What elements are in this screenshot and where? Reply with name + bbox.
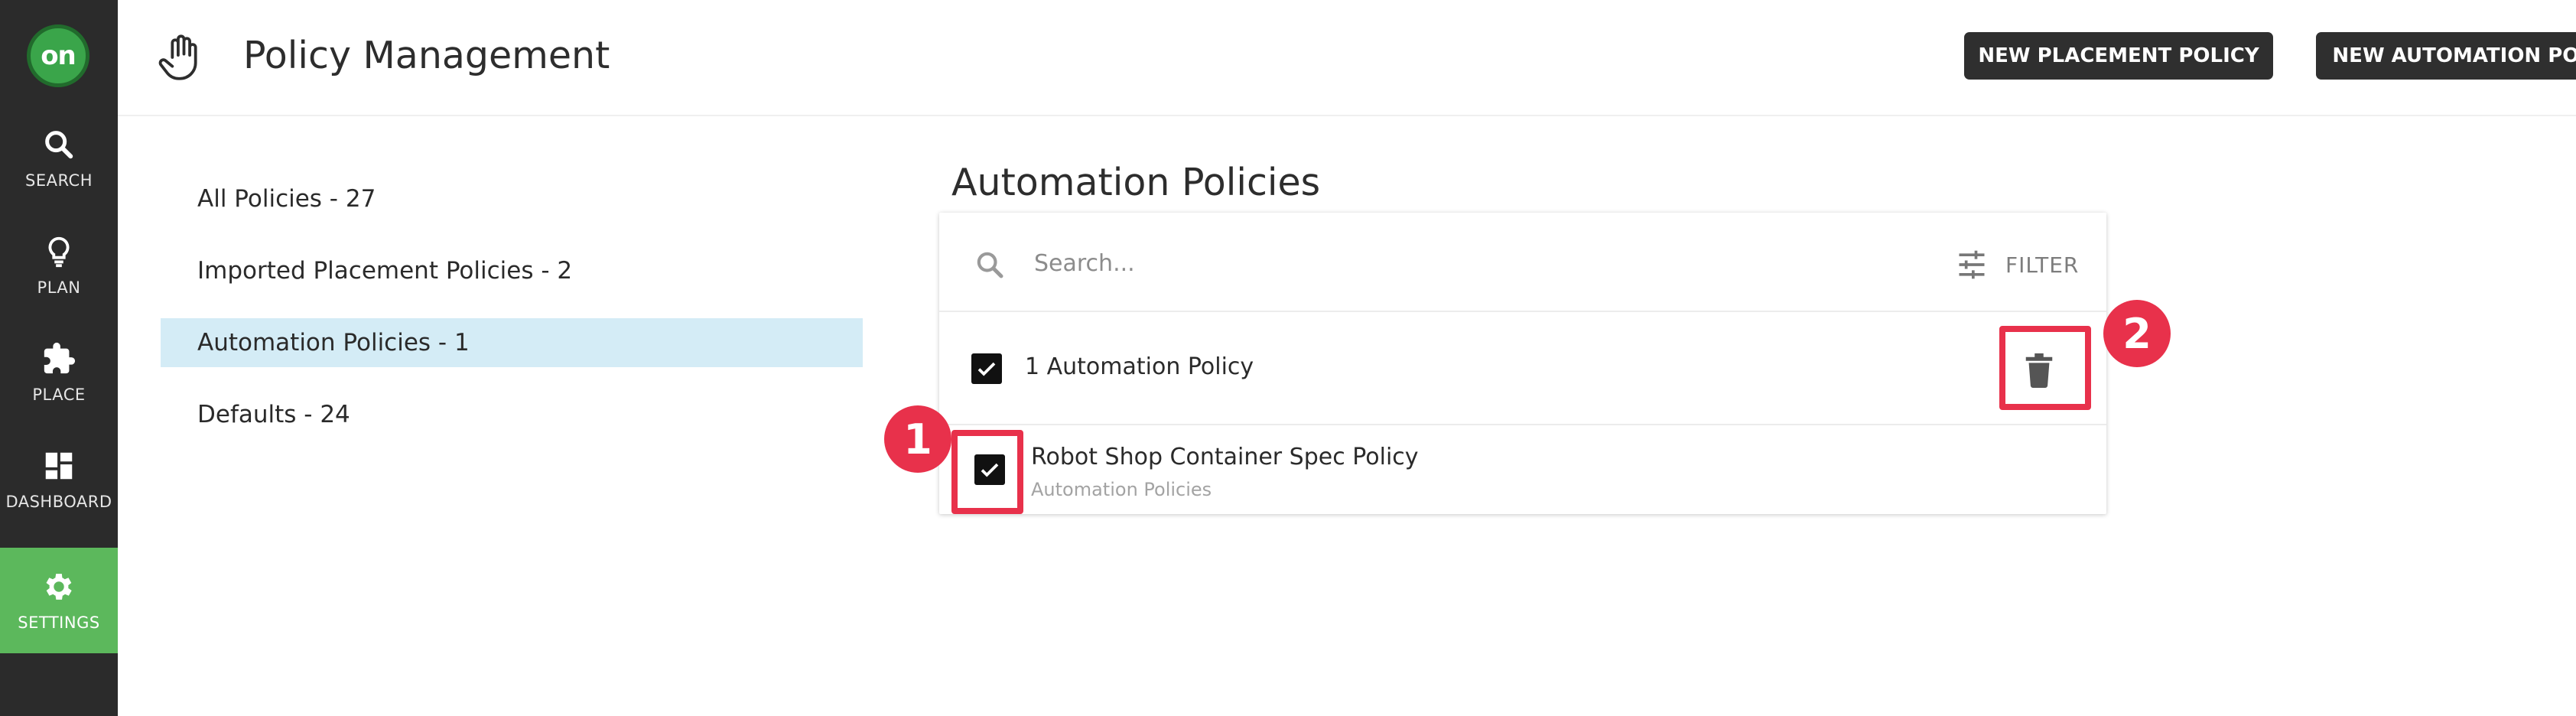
logo-text: on xyxy=(41,41,76,71)
lightbulb-icon xyxy=(48,236,70,268)
app-logo[interactable]: on xyxy=(27,24,89,87)
search-icon xyxy=(977,252,1003,278)
policy-count-label: 1 Automation Policy xyxy=(1025,353,1254,380)
nav-rail: on SEARCH PLAN PLACE DASHBOARD SETTINGS xyxy=(0,0,118,716)
search-icon xyxy=(45,131,73,159)
select-all-checkbox[interactable] xyxy=(971,353,1002,384)
filter-label: FILTER xyxy=(2005,252,2080,278)
puzzle-icon xyxy=(44,342,76,374)
list-header: 1 Automation Policy xyxy=(939,312,2106,425)
category-all-policies[interactable]: All Policies - 27 xyxy=(161,174,863,223)
highlight-box-delete xyxy=(1999,326,2091,410)
nav-item-settings[interactable]: SETTINGS xyxy=(0,548,118,653)
nav-label-place: PLACE xyxy=(32,386,86,404)
nav-label-settings: SETTINGS xyxy=(18,613,100,632)
nav-item-plan[interactable]: PLAN xyxy=(0,213,118,318)
nav-item-place[interactable]: PLACE xyxy=(0,320,118,425)
policy-type: Automation Policies xyxy=(1031,479,1212,500)
nav-item-dashboard[interactable]: DASHBOARD xyxy=(0,427,118,532)
filter-sliders-icon xyxy=(1959,250,1985,279)
category-imported-placement[interactable]: Imported Placement Policies - 2 xyxy=(161,246,863,295)
new-automation-policy-button[interactable]: NEW AUTOMATION POLICY xyxy=(2316,32,2576,80)
section-title: Automation Policies xyxy=(951,161,1321,204)
new-placement-policy-button[interactable]: NEW PLACEMENT POLICY xyxy=(1964,32,2273,80)
hand-icon xyxy=(158,34,197,80)
policy-name[interactable]: Robot Shop Container Spec Policy xyxy=(1031,444,1419,470)
filter-button[interactable]: FILTER xyxy=(1955,243,2079,286)
highlight-box-checkbox xyxy=(951,430,1023,514)
category-defaults[interactable]: Defaults - 24 xyxy=(161,390,863,439)
step-badge-1: 1 xyxy=(884,405,951,473)
page-title: Policy Management xyxy=(243,34,610,77)
page-header: Policy Management NEW PLACEMENT POLICY N… xyxy=(118,0,2576,116)
nav-label-search: SEARCH xyxy=(25,171,93,190)
nav-label-plan: PLAN xyxy=(37,278,81,297)
nav-label-dashboard: DASHBOARD xyxy=(5,493,112,511)
check-icon xyxy=(977,362,996,376)
search-input[interactable] xyxy=(1034,240,1799,286)
policy-list-panel: FILTER 1 Automation Policy Robot Shop Co… xyxy=(939,213,2106,514)
dashboard-icon xyxy=(45,452,73,480)
step-badge-2: 2 xyxy=(2103,300,2171,367)
nav-item-search[interactable]: SEARCH xyxy=(0,106,118,211)
category-automation-policies[interactable]: Automation Policies - 1 xyxy=(161,318,863,367)
gear-icon xyxy=(46,574,72,600)
list-item[interactable]: Robot Shop Container Spec Policy Automat… xyxy=(939,425,2106,514)
search-bar: FILTER xyxy=(939,213,2106,312)
